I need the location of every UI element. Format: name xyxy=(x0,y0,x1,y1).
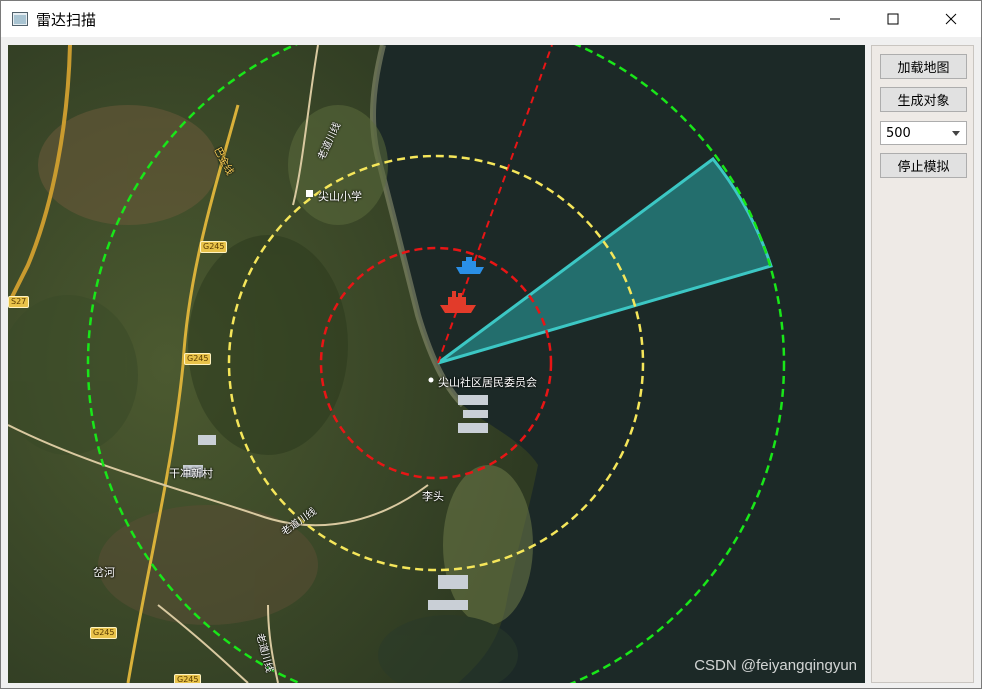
satellite-map xyxy=(8,45,865,683)
control-panel: 加载地图 生成对象 500 停止模拟 xyxy=(871,45,974,683)
app-icon xyxy=(12,12,28,26)
minimize-button[interactable] xyxy=(806,1,864,37)
close-icon xyxy=(945,13,957,25)
label-village-chahe: 岔河 xyxy=(93,566,115,579)
chevron-down-icon xyxy=(952,131,960,136)
object-count-value: 500 xyxy=(886,125,911,141)
minimize-icon xyxy=(830,18,840,20)
school-icon xyxy=(306,190,313,197)
watermark: CSDN @feiyangqingyun xyxy=(694,657,857,674)
title-bar[interactable]: 雷达扫描 xyxy=(1,1,981,37)
label-school: 尖山小学 xyxy=(318,190,362,203)
road-badge: G245 xyxy=(184,353,212,365)
label-committee: 尖山社区居民委员会 xyxy=(438,376,537,389)
poi-dot xyxy=(428,377,434,383)
window-title: 雷达扫描 xyxy=(36,11,97,29)
maximize-icon xyxy=(887,13,899,25)
stop-simulation-button[interactable]: 停止模拟 xyxy=(880,153,967,178)
road-badge: G245 xyxy=(174,674,202,683)
label-village-litou: 李头 xyxy=(422,490,444,503)
label-village-ganchong: 干冲新村 xyxy=(169,467,213,480)
close-button[interactable] xyxy=(922,1,980,37)
load-map-button[interactable]: 加载地图 xyxy=(880,54,967,79)
radar-map-view[interactable]: 尖山小学 尖山社区居民委员会 干冲新村 李头 岔河 老道川线 老道川线 老道川线… xyxy=(8,45,865,683)
generate-objects-button[interactable]: 生成对象 xyxy=(880,87,967,112)
object-count-select[interactable]: 500 xyxy=(880,121,967,145)
road-badge: G245 xyxy=(90,627,118,639)
road-badge: S27 xyxy=(8,296,30,308)
maximize-button[interactable] xyxy=(864,1,922,37)
road-badge: G245 xyxy=(200,241,228,253)
app-window: 雷达扫描 尖山小学 尖山社区居民委员会 干冲新村 李头 岔河 老道川线 老道川线… xyxy=(0,0,982,689)
